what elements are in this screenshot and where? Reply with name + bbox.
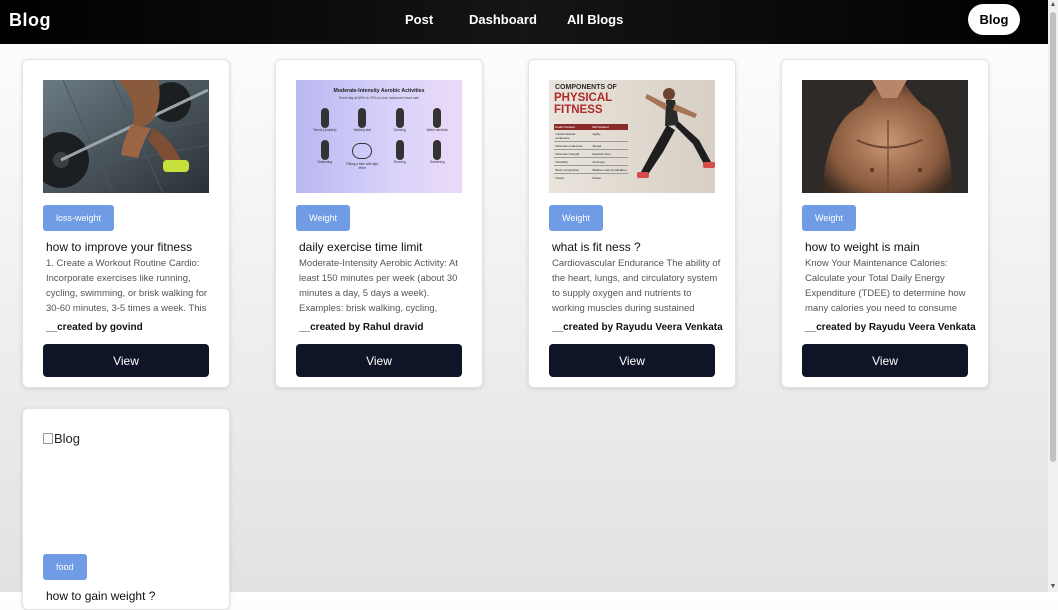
blog-button[interactable]: Blog: [968, 4, 1020, 35]
category-tag: Weight: [296, 205, 350, 231]
poster-heading-small: COMPONENTS OF: [555, 84, 617, 91]
blog-card: Moderate-Intensity Aerobic Activities Ex…: [275, 59, 483, 388]
category-tag: loss-weight: [43, 205, 115, 231]
infographic-title: Moderate-Intensity Aerobic Activities: [333, 88, 425, 94]
card-image-torso: [802, 80, 968, 193]
view-button[interactable]: View: [549, 344, 715, 377]
card-author: __created by Rahul dravid: [299, 322, 424, 333]
scroll-down-arrow-icon[interactable]: ▼: [1048, 582, 1058, 592]
poster-heading-big: PHYSICAL FITNESS: [554, 92, 612, 116]
card-author: __created by Rayudu Veera Venkata: [805, 322, 976, 333]
card-author: __created by Rayudu Veera Venkata: [552, 322, 723, 333]
vertical-scrollbar[interactable]: ▲ ▼: [1048, 0, 1058, 592]
card-author: __created by govind: [46, 322, 143, 333]
nav-link-all-blogs[interactable]: All Blogs: [567, 12, 623, 27]
top-navbar: Blog Post Dashboard All Blogs Blog: [0, 0, 1048, 44]
card-image-barbell: [43, 80, 209, 193]
blog-card: Blog food how to gain weight ?: [22, 408, 230, 610]
card-title: what is fit ness ?: [552, 240, 641, 254]
runner-figure: [637, 88, 715, 178]
card-image-aerobic-infographic: Moderate-Intensity Aerobic Activities Ex…: [296, 80, 462, 193]
infographic-subtitle: Exert day at 60% to 70% of your maximum …: [339, 96, 419, 100]
broken-image-icon: [43, 433, 53, 444]
card-title: how to improve your fitness: [46, 240, 193, 254]
scroll-up-arrow-icon[interactable]: ▲: [1048, 0, 1058, 10]
nav-link-post[interactable]: Post: [405, 12, 433, 27]
brand-logo[interactable]: Blog: [9, 10, 51, 31]
card-title: how to weight is main: [805, 240, 920, 254]
card-excerpt: 1. Create a Workout Routine Cardio: Inco…: [46, 258, 208, 314]
nav-link-dashboard[interactable]: Dashboard: [469, 12, 537, 27]
blog-card: loss-weight how to improve your fitness …: [22, 59, 230, 388]
card-title: how to gain weight ?: [46, 589, 156, 603]
broken-image: Blog: [43, 431, 80, 446]
blog-card: COMPONENTS OF PHYSICAL FITNESS Health Re…: [528, 59, 736, 388]
card-excerpt: Cardiovascular Endurance The ability of …: [552, 258, 721, 314]
view-button[interactable]: View: [802, 344, 968, 377]
blog-card: Weight how to weight is main Know Your M…: [781, 59, 989, 388]
broken-image-alt: Blog: [54, 431, 81, 446]
category-tag: Weight: [802, 205, 856, 231]
poster-table: Health Related Skill Related Cardiovascu…: [554, 124, 628, 180]
card-excerpt: Know Your Maintenance Calories: Calculat…: [805, 258, 966, 314]
scrollbar-thumb[interactable]: [1050, 12, 1056, 462]
infographic-grid: Tennis (doubles) Walking fast Dancing Wa…: [306, 108, 456, 170]
category-tag: food: [43, 554, 87, 580]
card-title: daily exercise time limit: [299, 240, 423, 254]
card-image-physical-fitness: COMPONENTS OF PHYSICAL FITNESS Health Re…: [549, 80, 715, 193]
view-button[interactable]: View: [296, 344, 462, 377]
category-tag: Weight: [549, 205, 603, 231]
card-excerpt: Moderate-Intensity Aerobic Activity: At …: [299, 258, 458, 314]
view-button[interactable]: View: [43, 344, 209, 377]
